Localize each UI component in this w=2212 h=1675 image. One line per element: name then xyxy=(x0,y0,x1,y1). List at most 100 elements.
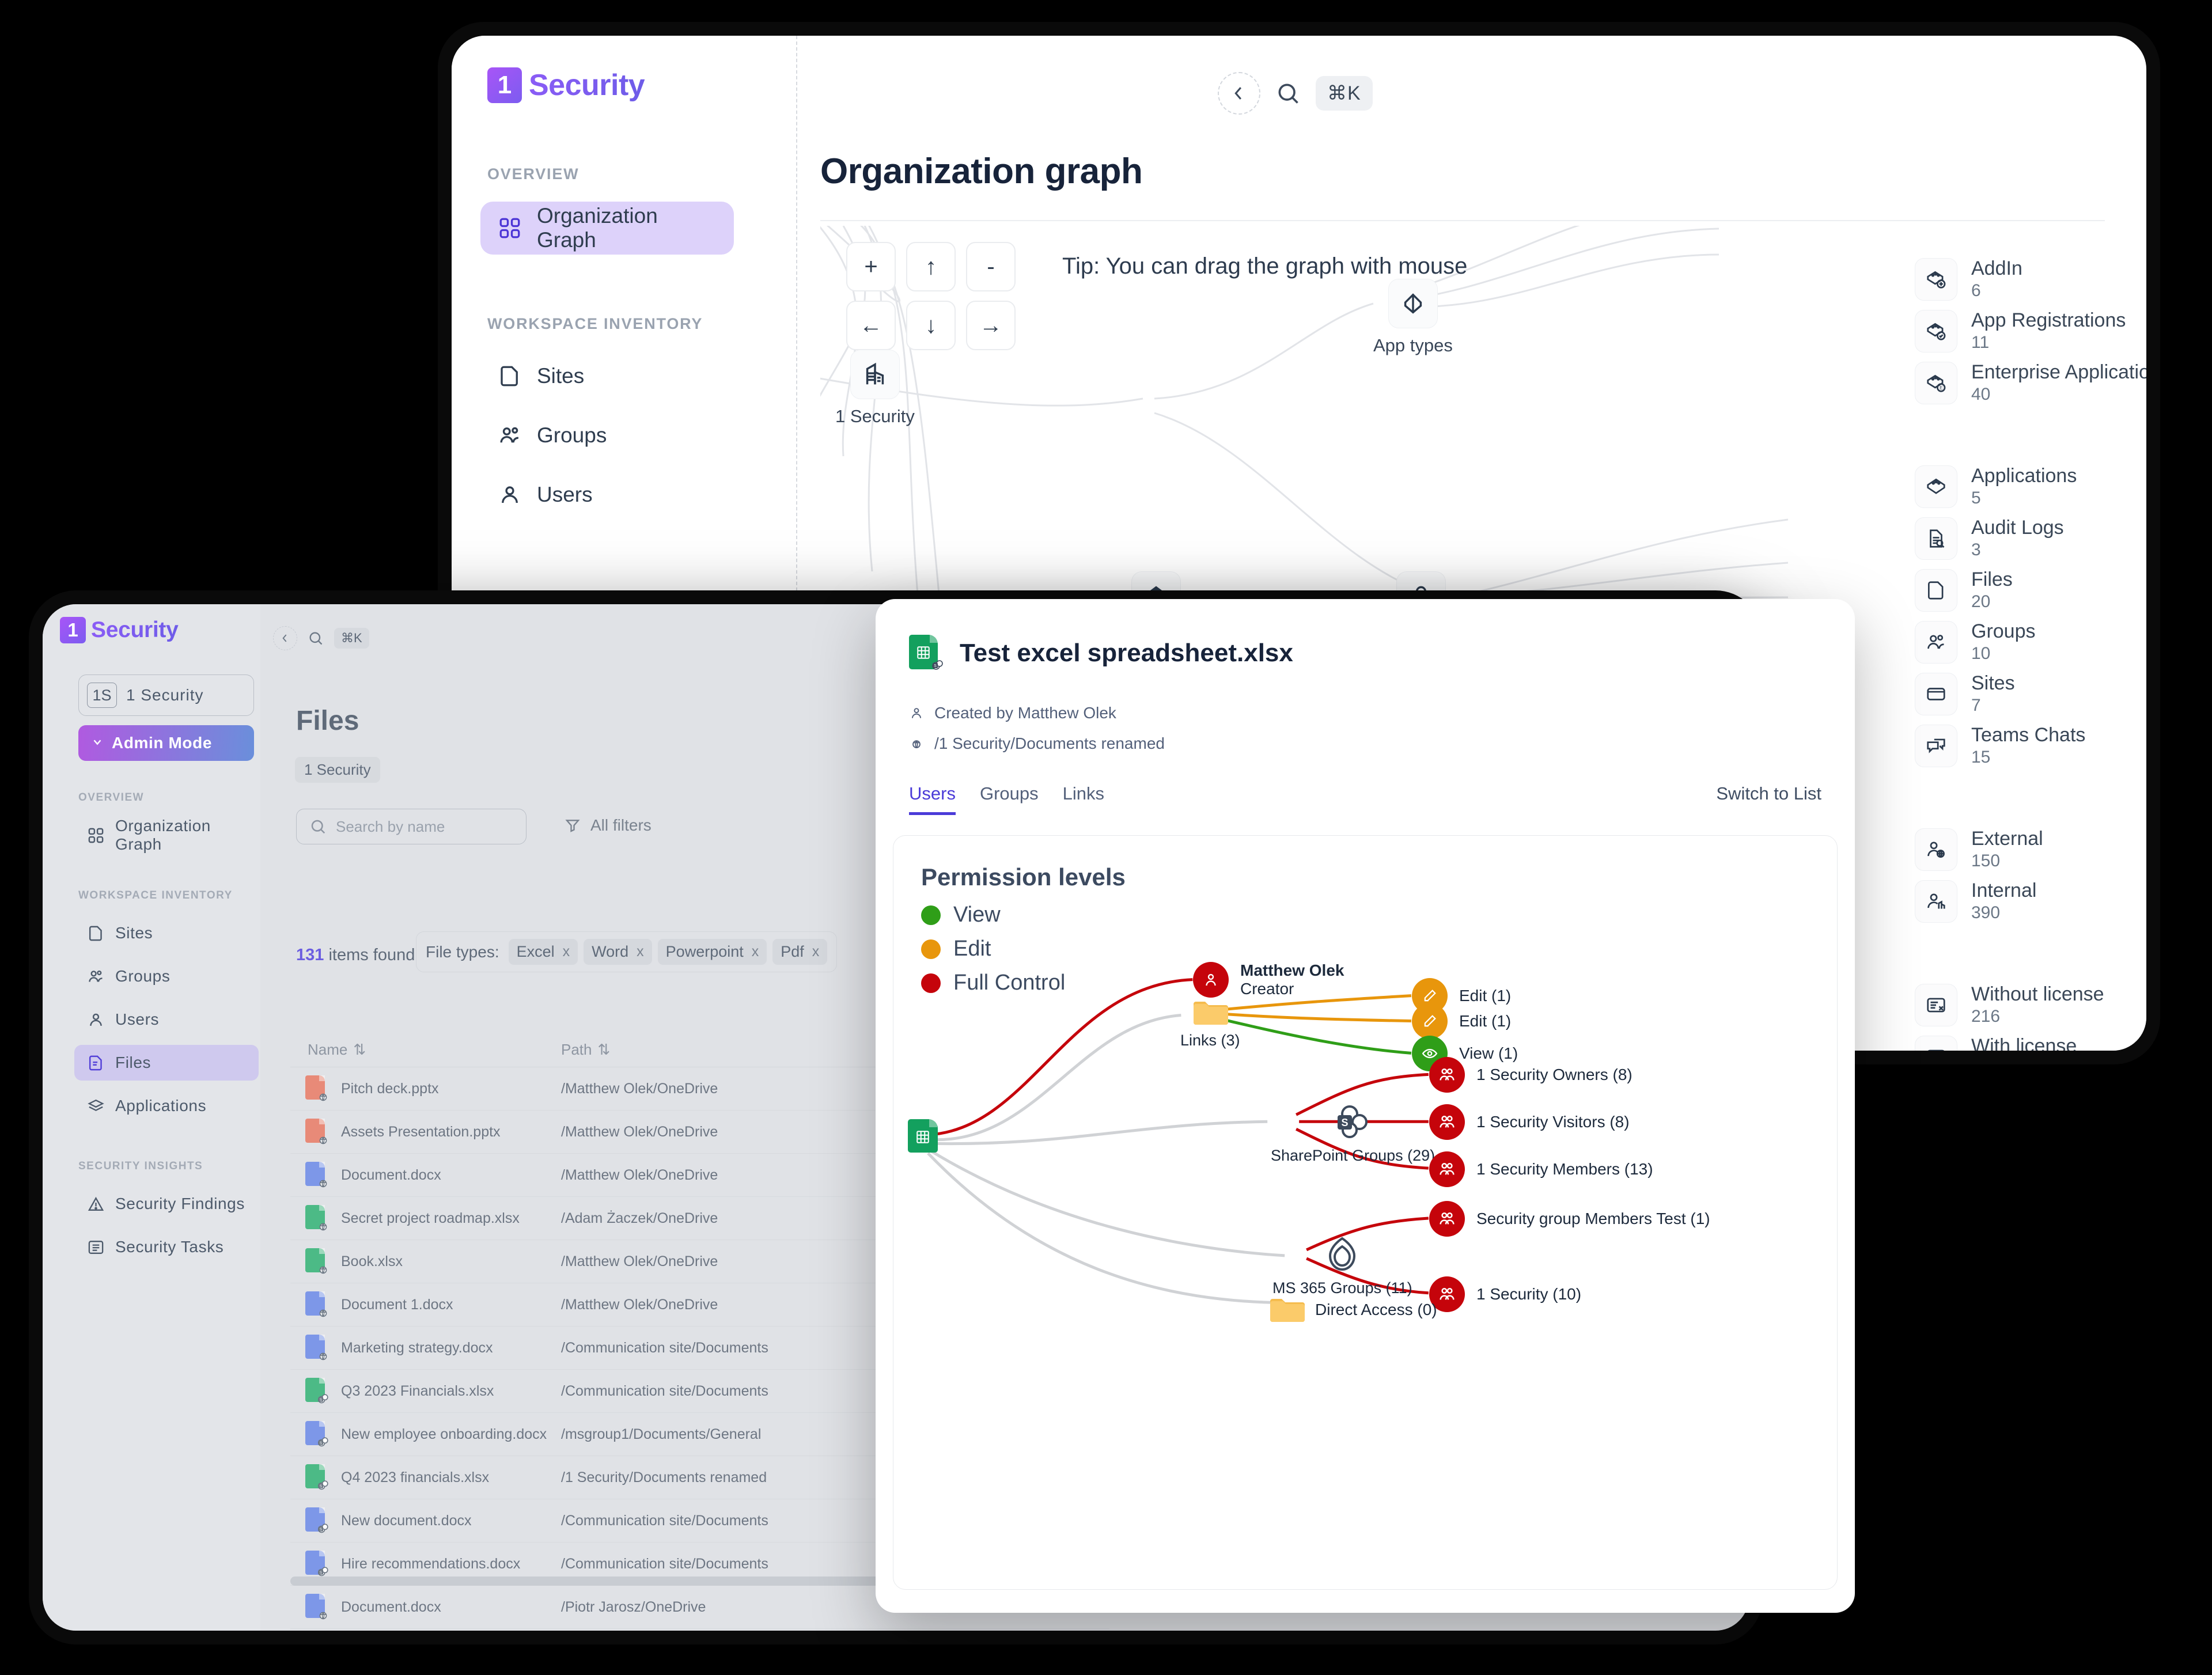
sidebar-item-sites[interactable]: Sites xyxy=(480,350,601,403)
graph-node-1-security[interactable]: 1 Security (10) xyxy=(1429,1276,1581,1312)
section-label-workspace-inventory: WORKSPACE INVENTORY xyxy=(78,889,233,901)
close-icon[interactable]: x xyxy=(637,943,644,960)
results-suffix: items found xyxy=(328,946,415,964)
permission-graph-card[interactable]: Permission levels View Edit Full Control xyxy=(893,835,1838,1590)
close-icon[interactable]: x xyxy=(752,943,759,960)
graph-node-security-members[interactable]: 1 Security Members (13) xyxy=(1429,1151,1653,1187)
pan-down-button[interactable]: ↓ xyxy=(906,301,956,350)
legend-item-groups[interactable]: Groups 10 xyxy=(1915,620,2036,664)
sort-icon[interactable]: ⇅ xyxy=(353,1041,366,1059)
legend-label: App Registrations xyxy=(1971,309,2126,331)
graph-node-links[interactable]: Links (3) xyxy=(1180,998,1240,1049)
xlsx-file-icon: S xyxy=(305,1378,328,1404)
close-icon[interactable]: x xyxy=(563,943,570,960)
sort-icon[interactable]: ⇅ xyxy=(598,1041,611,1059)
legend-item-app-registrations[interactable]: App Registrations 11 xyxy=(1915,309,2126,353)
table-row[interactable]: Dokument.docx/Piotr Jarosz/OneDrive0 xyxy=(290,1629,1109,1631)
legend-item-external[interactable]: External 150 xyxy=(1915,828,2043,871)
legend-item-files[interactable]: Files 20 xyxy=(1915,569,2013,612)
file-path: /Piotr Jarosz/OneDrive xyxy=(561,1598,706,1615)
admin-mode-button[interactable]: Admin Mode xyxy=(78,725,254,761)
group-label: 1 Security (10) xyxy=(1476,1285,1582,1303)
logo-text: Security xyxy=(529,69,645,102)
file-type-chip-powerpoint[interactable]: Powerpoint x xyxy=(657,939,767,965)
graph-node-creator[interactable]: Matthew Olek Creator xyxy=(1193,961,1344,998)
file-path: /Matthew Olek/OneDrive xyxy=(561,1080,718,1097)
tab-users[interactable]: Users xyxy=(909,783,956,815)
sidebar-item-security-tasks[interactable]: Security Tasks xyxy=(74,1229,259,1265)
sidebar-item-sites[interactable]: Sites xyxy=(74,915,259,951)
pan-left-button[interactable]: ← xyxy=(846,301,896,350)
direct-access-label: Direct Access (0) xyxy=(1315,1301,1437,1318)
legend-item-enterprise-applications[interactable]: E Enterprise Applications 40 xyxy=(1915,361,2146,404)
graph-node-direct-access[interactable]: Direct Access (0) xyxy=(1269,1295,1437,1324)
zoom-in-button[interactable]: + xyxy=(846,242,896,291)
graph-pan-controls: + ↑ - ← ↓ → xyxy=(846,242,1016,359)
user-icon xyxy=(87,1011,105,1029)
file-icon xyxy=(498,364,522,388)
all-filters-button[interactable]: All filters xyxy=(564,816,652,835)
column-header-name[interactable]: Name ⇅ xyxy=(290,1041,561,1059)
all-filters-label: All filters xyxy=(590,816,652,834)
sidebar-item-organization-graph[interactable]: Organization Graph xyxy=(74,817,259,853)
sidebar-item-organization-graph[interactable]: Organization Graph xyxy=(480,202,734,255)
legend-item-teams-chats[interactable]: Teams Chats 15 xyxy=(1915,724,2085,767)
tab-groups[interactable]: Groups xyxy=(980,783,1039,815)
search-button[interactable] xyxy=(1275,81,1301,106)
creator-role: Creator xyxy=(1240,980,1294,998)
legend-item-applications[interactable]: Applications 5 xyxy=(1915,465,2077,508)
modal-created-by: Created by Matthew Olek xyxy=(909,704,1116,722)
sidebar-item-security-findings[interactable]: Security Findings xyxy=(74,1186,259,1222)
legend-label: Without license xyxy=(1971,983,2104,1005)
search-icon xyxy=(1278,84,1298,104)
people-icon xyxy=(87,968,105,986)
graph-node-security-owners[interactable]: 1 Security Owners (8) xyxy=(1429,1057,1633,1093)
legend-item-internal[interactable]: Internal 390 xyxy=(1915,880,2036,923)
file-type-chip-pdf[interactable]: Pdf x xyxy=(772,939,828,965)
app-logo[interactable]: 1 Security xyxy=(60,617,179,643)
column-header-path[interactable]: Path ⇅ xyxy=(561,1041,918,1059)
legend-item-audit-logs[interactable]: Audit Logs 3 xyxy=(1915,517,2064,560)
graph-node-ms365-groups[interactable]: MS 365 Groups (11) xyxy=(1272,1236,1412,1297)
tenant-selector[interactable]: 1S 1 Security xyxy=(78,674,254,716)
file-permissions-modal: S Test excel spreadsheet.xlsx Created by… xyxy=(876,599,1855,1613)
pan-right-button[interactable]: → xyxy=(966,301,1016,350)
graph-source-file-node[interactable] xyxy=(908,1119,941,1155)
people-icon xyxy=(1915,620,1957,664)
legend-item-with-license[interactable]: With license 324 xyxy=(1915,1035,2077,1051)
graph-node-app-types[interactable]: App types xyxy=(1373,279,1453,356)
grid-icon xyxy=(87,827,105,844)
sidebar-item-users[interactable]: Users xyxy=(74,1002,259,1037)
file-path: /1 Security/Documents renamed xyxy=(561,1469,767,1485)
switch-to-list-button[interactable]: Switch to List xyxy=(1716,783,1821,804)
column-label: Name xyxy=(308,1041,348,1058)
sidebar-item-groups[interactable]: Groups xyxy=(480,409,624,462)
search-input[interactable]: Search by name xyxy=(296,809,527,844)
graph-node-security-visitors[interactable]: 1 Security Visitors (8) xyxy=(1429,1104,1630,1140)
people-icon xyxy=(1429,1104,1465,1140)
legend-item-without-license[interactable]: Without license 216 xyxy=(1915,983,2104,1026)
breadcrumb[interactable]: 1 Security xyxy=(295,757,380,783)
file-type-chip-word[interactable]: Word x xyxy=(584,939,652,965)
group-label: Security group Members Test (1) xyxy=(1476,1210,1710,1227)
sidebar-item-groups[interactable]: Groups xyxy=(74,958,259,994)
sidebar-item-applications[interactable]: Applications xyxy=(74,1088,259,1124)
legend-item-addin[interactable]: AddIn 6 xyxy=(1915,257,2022,301)
file-type-chip-excel[interactable]: Excel x xyxy=(508,939,578,965)
app-logo[interactable]: 1 Security xyxy=(487,67,645,103)
collapse-sidebar-button[interactable] xyxy=(1218,72,1260,115)
location-label: /1 Security/Documents renamed xyxy=(934,734,1165,752)
graph-node-tenant[interactable]: 1 Security xyxy=(835,350,915,427)
zoom-out-button[interactable]: - xyxy=(966,242,1016,291)
legend-item-sites[interactable]: Sites 7 xyxy=(1915,672,2015,715)
sidebar-item-users[interactable]: Users xyxy=(480,468,610,521)
tab-links[interactable]: Links xyxy=(1063,783,1104,815)
close-icon[interactable]: x xyxy=(812,943,820,960)
graph-node-security-group-members-test[interactable]: Security group Members Test (1) xyxy=(1429,1201,1710,1237)
graph-node-edit-2[interactable]: Edit (1) xyxy=(1412,1003,1511,1039)
graph-node-sharepoint-groups[interactable]: S SharePoint Groups (29) xyxy=(1271,1104,1435,1165)
sidebar-item-label: Organization Graph xyxy=(115,817,211,853)
pan-up-button[interactable]: ↑ xyxy=(906,242,956,291)
command-k-shortcut[interactable]: ⌘K xyxy=(1316,76,1373,111)
sidebar-item-files[interactable]: Files xyxy=(74,1045,259,1081)
